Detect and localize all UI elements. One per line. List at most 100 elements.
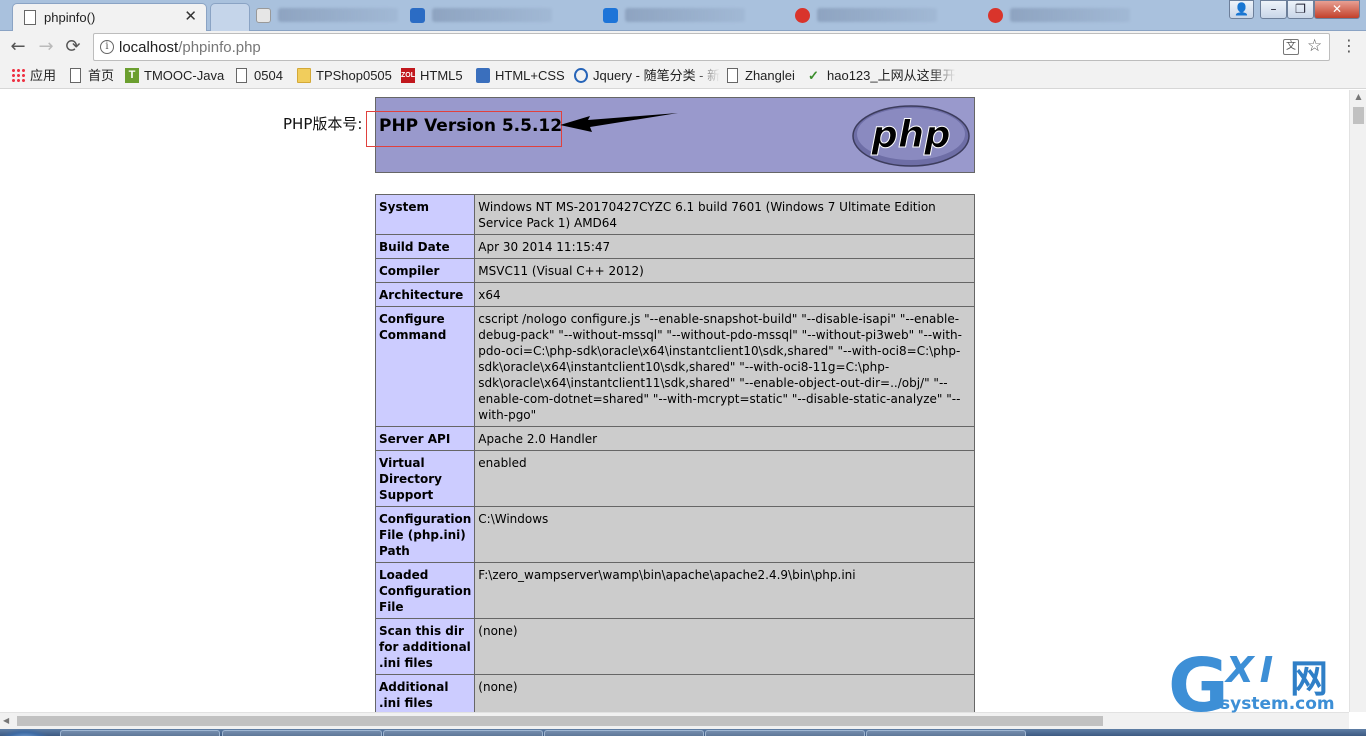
close-window-button[interactable]: ✕: [1314, 0, 1360, 19]
url-host: localhost: [119, 39, 179, 56]
windows-taskbar: [0, 729, 1366, 736]
scroll-up-icon[interactable]: ▲: [1350, 92, 1366, 101]
reload-icon: ⟳: [65, 36, 81, 57]
address-bar[interactable]: i localhost/phpinfo.php 文 ☆: [93, 33, 1330, 61]
page-icon: [727, 68, 738, 83]
horizontal-scroll-thumb[interactable]: [17, 716, 1103, 726]
php-info-table: System Windows NT MS-20170427CYZC 6.1 bui…: [374, 194, 975, 712]
version-annotation: PHP版本号:: [283, 115, 363, 133]
row-key: Scan this dir for additional .ini files: [374, 618, 476, 675]
tab-background[interactable]: [410, 5, 585, 27]
row-key: Architecture: [374, 282, 476, 307]
tab-background[interactable]: [988, 5, 1148, 27]
row-value: Apr 30 2014 11:15:47: [474, 234, 975, 259]
bookmark-label: 0504: [254, 68, 283, 83]
table-row: Server API Apache 2.0 Handler: [374, 426, 975, 451]
horizontal-scrollbar[interactable]: ◀: [0, 712, 1349, 729]
restore-icon: ❐: [1295, 2, 1306, 16]
taskbar-item[interactable]: [60, 730, 220, 736]
taskbar-item[interactable]: [866, 730, 1026, 736]
info-icon[interactable]: i: [100, 40, 114, 54]
bookmark-label: HTML5: [420, 68, 463, 83]
tmooc-icon: T: [125, 68, 139, 83]
bookmark-label: Zhanglei: [745, 68, 795, 83]
page-icon: [70, 68, 81, 83]
hao123-icon: ✓: [808, 68, 819, 83]
annotation-arrow: [560, 113, 678, 132]
row-key: Configuration File (php.ini) Path: [374, 506, 476, 563]
row-value: F:\zero_wampserver\wamp\bin\apache\apach…: [474, 562, 975, 619]
tab-title-blurred: [1010, 8, 1130, 22]
browser-tab-strip: phpinfo() ✕ 👤 – ❐ ✕: [0, 0, 1366, 31]
site-icon: [410, 8, 425, 23]
row-value: (none): [474, 674, 975, 712]
row-value: Windows NT MS-20170427CYZC 6.1 build 760…: [474, 194, 975, 235]
forward-arrow-icon: →: [38, 36, 54, 57]
translate-icon[interactable]: 文: [1283, 39, 1299, 55]
minimize-icon: –: [1270, 2, 1277, 16]
cnblogs-icon: [476, 68, 490, 83]
tab-close-icon[interactable]: ✕: [184, 7, 197, 25]
back-button[interactable]: ←: [7, 36, 29, 58]
tab-background[interactable]: [256, 5, 431, 27]
tab-background[interactable]: [210, 3, 250, 31]
tab-title: phpinfo(): [44, 10, 96, 25]
reload-button[interactable]: ⟳: [62, 36, 84, 58]
tab-phpinfo[interactable]: phpinfo() ✕: [12, 3, 207, 31]
taskbar-item[interactable]: [705, 730, 865, 736]
page-viewport: PHP版本号: PHP Version 5.5.12 php System Win…: [0, 90, 1349, 712]
row-value: cscript /nologo configure.js "--enable-s…: [474, 306, 975, 427]
taskbar-item[interactable]: [222, 730, 382, 736]
apps-grid-icon: [11, 68, 25, 83]
bookmark-label: 首页: [88, 68, 115, 83]
table-row: Compiler MSVC11 (Visual C++ 2012): [374, 258, 975, 283]
scroll-left-icon[interactable]: ◀: [3, 716, 9, 725]
blog-icon: [574, 68, 588, 83]
row-key: Virtual Directory Support: [374, 450, 476, 507]
vertical-scrollbar[interactable]: ▲: [1349, 90, 1366, 712]
page-icon: [236, 68, 247, 83]
taskbar-item[interactable]: [544, 730, 704, 736]
profile-button[interactable]: 👤: [1229, 0, 1254, 19]
url-text[interactable]: localhost/phpinfo.php: [119, 39, 261, 56]
table-row: Build Date Apr 30 2014 11:15:47: [374, 234, 975, 259]
row-key: Configure Command: [374, 306, 476, 427]
row-key: Compiler: [374, 258, 476, 283]
bookmarks-bar: 应用 首页 T TMOOC-Java 0504 TPShop0505 ZOL HTM…: [0, 63, 1366, 89]
back-arrow-icon: ←: [10, 36, 26, 57]
row-value: MSVC11 (Visual C++ 2012): [474, 258, 975, 283]
table-row: Scan this dir for additional .ini files(…: [374, 618, 975, 675]
minimize-button[interactable]: –: [1260, 0, 1287, 19]
table-row: Configure Command cscript /nologo configu…: [374, 306, 975, 427]
site-icon: [603, 8, 618, 23]
row-value: Apache 2.0 Handler: [474, 426, 975, 451]
table-row: Additional .ini files parsed(none): [374, 674, 975, 712]
vertical-scroll-thumb[interactable]: [1353, 107, 1364, 124]
close-icon: ✕: [1331, 2, 1343, 16]
maximize-button[interactable]: ❐: [1287, 0, 1314, 19]
taskbar-item[interactable]: [383, 730, 543, 736]
table-row: System Windows NT MS-20170427CYZC 6.1 bui…: [374, 194, 975, 235]
row-key: Server API: [374, 426, 476, 451]
bookmark-label: TMOOC-Java: [144, 68, 225, 83]
watermark-domain: system.com: [1220, 694, 1335, 714]
tab-title-blurred: [817, 8, 937, 22]
zol-icon: ZOL: [401, 68, 415, 83]
browser-menu-icon[interactable]: ⋮: [1341, 36, 1357, 56]
row-key: Build Date: [374, 234, 476, 259]
row-value: C:\Windows: [474, 506, 975, 563]
site-icon: [988, 8, 1003, 23]
forward-button[interactable]: →: [35, 36, 57, 58]
tab-title-blurred: [432, 8, 552, 22]
start-button[interactable]: [0, 729, 48, 736]
tab-background[interactable]: [795, 5, 970, 27]
row-value: x64: [474, 282, 975, 307]
row-key: System: [374, 194, 476, 235]
tab-background[interactable]: [603, 5, 778, 27]
row-value: (none): [474, 618, 975, 675]
bookmark-label: Jquery - 随笔分类 - 新: [593, 68, 721, 83]
watermark-logo-xi: XI: [1226, 650, 1280, 691]
row-key: Additional .ini files parsed: [374, 674, 476, 712]
site-watermark: G XI 网 system.com: [1166, 640, 1336, 736]
bookmark-star-icon[interactable]: ☆: [1307, 36, 1322, 56]
